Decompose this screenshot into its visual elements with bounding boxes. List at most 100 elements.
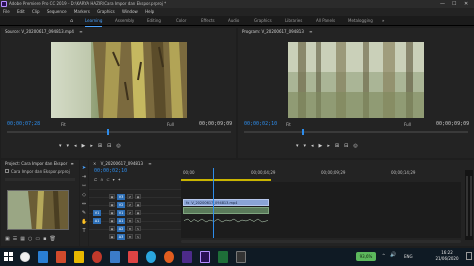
timeline-tab[interactable]: V_20200617_094813 xyxy=(101,161,143,166)
project-search-input[interactable] xyxy=(5,178,75,181)
panel-menu-icon[interactable]: ≡ xyxy=(148,161,151,166)
lock-icon[interactable]: ▣ xyxy=(5,236,13,242)
tray-overflow-icon[interactable]: ^ xyxy=(382,253,385,258)
mute-track-button[interactable]: M xyxy=(127,234,133,239)
workspace-tab-assembly[interactable]: Assembly xyxy=(115,16,134,26)
mark-in-icon[interactable]: ▾ xyxy=(59,143,67,149)
panel-menu-icon[interactable]: ≡ xyxy=(79,29,82,34)
audio-clip-a1[interactable] xyxy=(183,207,269,223)
source-fit-dropdown[interactable]: Fit xyxy=(61,122,66,127)
home-icon[interactable]: ⌂ xyxy=(70,16,73,26)
close-timeline-icon[interactable]: × xyxy=(93,161,96,166)
export-frame-icon[interactable]: ◎ xyxy=(353,143,362,149)
workspace-tab-effects[interactable]: Effects xyxy=(201,16,215,26)
hand-tool-icon[interactable]: ✋ xyxy=(81,218,87,227)
file-explorer-icon[interactable] xyxy=(74,251,84,263)
menu-window[interactable]: Window xyxy=(122,9,138,14)
menu-edit[interactable]: Edit xyxy=(17,9,25,14)
youtube-icon[interactable] xyxy=(128,251,138,263)
program-monitor-tab[interactable]: Program: V_20200617_094813 xyxy=(242,29,304,34)
insert-icon[interactable]: ⊞ xyxy=(98,143,107,149)
workspace-tab-all-panels[interactable]: All Panels xyxy=(316,16,335,26)
ripple-edit-tool-icon[interactable]: ⇿ xyxy=(81,182,87,191)
volume-icon[interactable]: 🔊 xyxy=(390,252,396,258)
workspace-tab-learning[interactable]: Learning xyxy=(85,16,103,27)
close-window-button[interactable]: ✕ xyxy=(464,0,468,8)
source-quality-dropdown[interactable]: Full xyxy=(167,122,174,127)
track-select-tool-icon[interactable]: ⇥ xyxy=(81,173,87,182)
source-scrub-bar[interactable] xyxy=(7,129,231,135)
pen-tool-icon[interactable]: ✎ xyxy=(81,209,87,218)
clock[interactable]: 16:22 21/06/2020 xyxy=(432,250,462,262)
timeline-playhead[interactable] xyxy=(213,168,215,238)
more-workspaces-icon[interactable]: » xyxy=(382,16,384,26)
program-scrub-bar[interactable] xyxy=(244,129,468,135)
notifications-icon[interactable] xyxy=(466,252,472,260)
media-player-icon[interactable] xyxy=(92,251,102,263)
workspace-tab-libraries[interactable]: Libraries xyxy=(285,16,302,26)
lift-icon[interactable]: ⊞ xyxy=(335,143,344,149)
step-forward-icon[interactable]: ▸ xyxy=(327,143,335,149)
menu-help[interactable]: Help xyxy=(145,9,154,14)
mark-out-icon[interactable]: ▾ xyxy=(304,143,312,149)
workspace-tab-editing[interactable]: Editing xyxy=(147,16,161,26)
razor-tool-icon[interactable]: ◇ xyxy=(81,191,87,200)
office-app-icon[interactable] xyxy=(56,251,66,263)
step-forward-icon[interactable]: ▸ xyxy=(90,143,98,149)
timeline-ruler[interactable]: 00;00 00;00;04;29 00;00;09;29 00;00;14;2… xyxy=(181,168,461,182)
export-frame-icon[interactable]: ◎ xyxy=(116,143,125,149)
extract-icon[interactable]: ⊟ xyxy=(344,143,353,149)
video-clip-v1[interactable]: fx V_20200617_094813.mp4 xyxy=(183,199,269,206)
excel-icon[interactable] xyxy=(218,251,228,263)
language-indicator[interactable]: ENG xyxy=(404,254,413,259)
track-target-toggle[interactable]: A3 xyxy=(117,234,125,240)
step-back-icon[interactable]: ◂ xyxy=(311,143,319,149)
maximize-button[interactable]: ☐ xyxy=(452,0,456,8)
panel-menu-icon[interactable]: ≡ xyxy=(309,29,312,34)
premiere-pro-taskbar-icon[interactable] xyxy=(200,251,210,263)
work-area-bar[interactable] xyxy=(181,179,271,181)
word-icon[interactable] xyxy=(110,251,120,263)
workspace-tab-graphics[interactable]: Graphics xyxy=(254,16,272,26)
program-fit-dropdown[interactable]: Fit xyxy=(286,122,291,127)
program-quality-dropdown[interactable]: Full xyxy=(404,122,411,127)
overwrite-icon[interactable]: ⊟ xyxy=(107,143,116,149)
type-tool-icon[interactable]: T xyxy=(81,227,87,236)
more-panels-icon[interactable]: » xyxy=(71,160,73,167)
menu-sequence[interactable]: Sequence xyxy=(47,9,67,14)
program-playhead-timecode[interactable]: 00;00;02;10 xyxy=(244,121,277,127)
workspace-tab-metalogging[interactable]: Metalogging xyxy=(348,16,373,26)
track-lanes[interactable]: fx V_20200617_094813.mp4 xyxy=(181,168,461,238)
timeline-timecode[interactable]: 00;00;02;10 xyxy=(94,168,127,174)
new-bin-icon[interactable]: ▭ xyxy=(35,236,43,242)
menu-file[interactable]: File xyxy=(3,9,10,14)
minimize-button[interactable]: — xyxy=(440,0,445,8)
menu-clip[interactable]: Clip xyxy=(32,9,40,14)
search-icon[interactable] xyxy=(20,252,30,262)
menu-markers[interactable]: Markers xyxy=(74,9,90,14)
icon-view-icon[interactable]: ▦ xyxy=(20,236,28,242)
firefox-icon[interactable] xyxy=(164,251,174,263)
program-playhead[interactable] xyxy=(302,129,304,135)
windows-start-icon[interactable] xyxy=(4,252,14,262)
menu-graphics[interactable]: Graphics xyxy=(97,9,115,14)
mark-in-icon[interactable]: ▾ xyxy=(296,143,304,149)
source-monitor-tab[interactable]: Source: V_20200617_094813.mp4 xyxy=(5,29,74,34)
after-effects-icon[interactable] xyxy=(182,251,192,263)
trash-icon[interactable]: 🗑 xyxy=(49,236,58,242)
battery-indicator[interactable]: 93,6% xyxy=(356,252,376,261)
task-view-icon[interactable] xyxy=(38,251,48,263)
step-back-icon[interactable]: ◂ xyxy=(74,143,82,149)
source-patch-a[interactable]: A1 xyxy=(93,218,101,224)
selection-tool-icon[interactable]: ➤ xyxy=(81,164,87,173)
project-panel-tab[interactable]: Project: Cara Impor dan Ekspor xyxy=(5,161,67,166)
source-playhead[interactable] xyxy=(107,129,109,135)
source-playhead-timecode[interactable]: 00;00;07;28 xyxy=(7,121,40,127)
clip-thumbnail[interactable] xyxy=(7,190,69,230)
timeline-horizontal-scrollbar[interactable] xyxy=(181,240,461,243)
workspace-tab-color[interactable]: Color xyxy=(176,16,186,26)
slip-tool-icon[interactable]: ⇔ xyxy=(81,200,87,209)
browser-icon[interactable] xyxy=(146,251,156,263)
lock-track-icon[interactable]: ▣ xyxy=(109,234,115,239)
camera-app-icon[interactable] xyxy=(236,251,246,263)
